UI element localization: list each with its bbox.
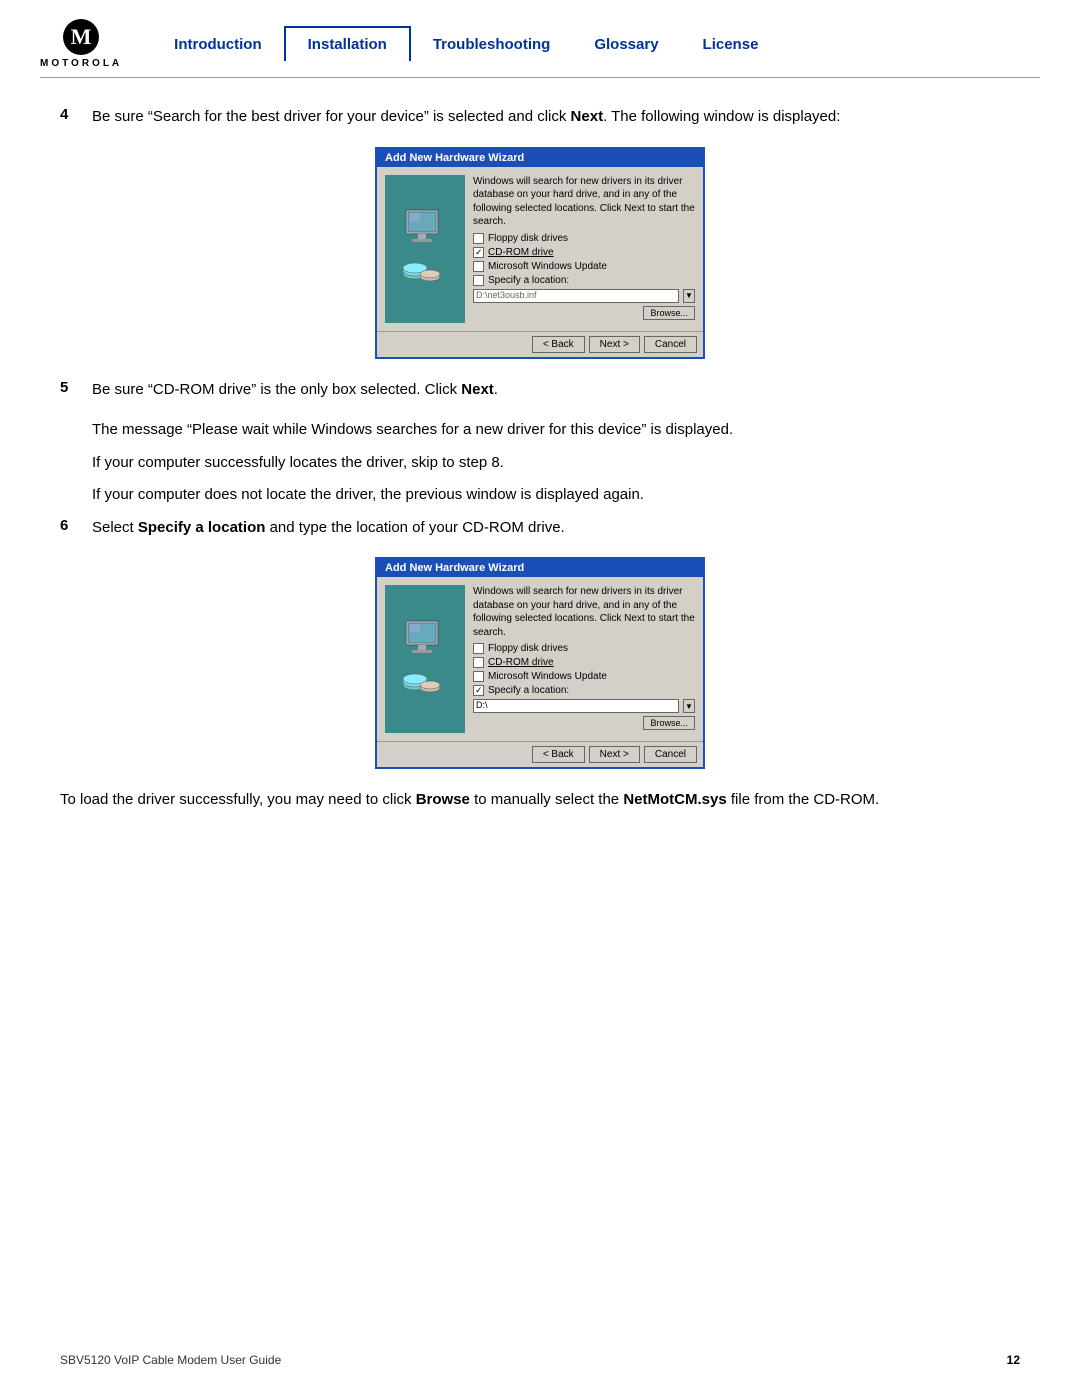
dialog-2-next-button[interactable]: Next > bbox=[589, 746, 640, 763]
step-5-number: 5 bbox=[60, 379, 78, 396]
pc-icon-2 bbox=[398, 619, 453, 664]
checkbox2-winupdate-label: Microsoft Windows Update bbox=[488, 671, 607, 682]
dialog-1-description: Windows will search for new drivers in i… bbox=[473, 175, 695, 229]
sub-para-3: If your computer does not locate the dri… bbox=[92, 484, 1020, 507]
dialog-1-input-row: D:\net3ousb.inf ▼ bbox=[473, 289, 695, 303]
page-number: 12 bbox=[1007, 1353, 1020, 1367]
checkbox-winupdate-label: Microsoft Windows Update bbox=[488, 261, 607, 272]
cd-icons bbox=[400, 259, 450, 289]
checkbox-cdrom-label: CD-ROM drive bbox=[488, 247, 554, 258]
dialog-2-body: Windows will search for new drivers in i… bbox=[377, 577, 703, 741]
dialog-2-browse-row: Browse... bbox=[473, 716, 695, 733]
checkbox2-floppy-label: Floppy disk drives bbox=[488, 643, 568, 654]
dialog-1-checkbox-1: CD-ROM drive bbox=[473, 247, 695, 258]
dialog-1-footer: < Back Next > Cancel bbox=[377, 331, 703, 357]
checkbox2-cdrom-icon bbox=[473, 657, 484, 668]
brand-name: MOTOROLA bbox=[40, 58, 122, 69]
dialog-1-back-button[interactable]: < Back bbox=[532, 336, 585, 353]
dialog-2-footer: < Back Next > Cancel bbox=[377, 741, 703, 767]
logo-area: M MOTOROLA bbox=[40, 18, 122, 69]
tab-troubleshooting[interactable]: Troubleshooting bbox=[411, 28, 573, 61]
dialog-1-browse-button[interactable]: Browse... bbox=[643, 306, 695, 320]
checkbox2-cdrom-label: CD-ROM drive bbox=[488, 657, 554, 668]
tab-installation[interactable]: Installation bbox=[284, 26, 411, 61]
dialog-2-cancel-button[interactable]: Cancel bbox=[644, 746, 697, 763]
main-content: 4 Be sure “Search for the best driver fo… bbox=[0, 78, 1080, 852]
sub-para-2: If your computer successfully locates th… bbox=[92, 452, 1020, 475]
dialog-1-browse-row: Browse... bbox=[473, 306, 695, 323]
checkbox-floppy-label: Floppy disk drives bbox=[488, 233, 568, 244]
page-footer: SBV5120 VoIP Cable Modem User Guide 12 bbox=[60, 1353, 1020, 1367]
svg-text:M: M bbox=[71, 24, 92, 49]
dialog-1-checkbox-3: Specify a location: bbox=[473, 275, 695, 286]
dialog-2-checkbox-3: Specify a location: bbox=[473, 685, 695, 696]
navigation-tabs: Introduction Installation Troubleshootin… bbox=[152, 26, 1040, 61]
checkbox2-floppy-icon bbox=[473, 643, 484, 654]
motorola-logo: M MOTOROLA bbox=[40, 18, 122, 69]
dialog-1-checkbox-0: Floppy disk drives bbox=[473, 233, 695, 244]
dialog-1-dropdown-icon: ▼ bbox=[683, 289, 695, 303]
step-4-text: Be sure “Search for the best driver for … bbox=[92, 106, 840, 129]
motorola-m-icon: M bbox=[62, 18, 100, 56]
step-6-number: 6 bbox=[60, 517, 78, 534]
dialog-2-content: Windows will search for new drivers in i… bbox=[473, 585, 695, 733]
dialog-2-checkbox-0: Floppy disk drives bbox=[473, 643, 695, 654]
dialog-1-checkbox-2: Microsoft Windows Update bbox=[473, 261, 695, 272]
dialog-2-image bbox=[385, 585, 465, 733]
tab-license[interactable]: License bbox=[681, 28, 781, 61]
checkbox-specify-icon bbox=[473, 275, 484, 286]
dialog-1-title-bar: Add New Hardware Wizard bbox=[377, 149, 703, 167]
checkbox-winupdate-icon bbox=[473, 261, 484, 272]
dialog-screenshot-1: Add New Hardware Wizard bbox=[60, 147, 1020, 359]
tab-introduction[interactable]: Introduction bbox=[152, 28, 283, 61]
dialog-1-cancel-button[interactable]: Cancel bbox=[644, 336, 697, 353]
dialog-screenshot-2: Add New Hardware Wizard bbox=[60, 557, 1020, 769]
dialog-1-path-input: D:\net3ousb.inf bbox=[473, 289, 679, 303]
pc-icon bbox=[398, 208, 453, 253]
checkbox-specify-label: Specify a location: bbox=[488, 275, 569, 286]
dialog-2-description: Windows will search for new drivers in i… bbox=[473, 585, 695, 639]
dialog-1-next-button[interactable]: Next > bbox=[589, 336, 640, 353]
dialog-2-back-button[interactable]: < Back bbox=[532, 746, 585, 763]
dialog-2-browse-button[interactable]: Browse... bbox=[643, 716, 695, 730]
checkbox2-specify-icon bbox=[473, 685, 484, 696]
dialog-2-checkbox-1: CD-ROM drive bbox=[473, 657, 695, 668]
last-paragraph: To load the driver successfully, you may… bbox=[60, 789, 1020, 812]
dialog-box-2: Add New Hardware Wizard bbox=[375, 557, 705, 769]
page-header: M MOTOROLA Introduction Installation Tro… bbox=[0, 0, 1080, 69]
step-6: 6 Select Specify a location and type the… bbox=[60, 517, 1020, 540]
dialog-2-input-row: D:\ ▼ bbox=[473, 699, 695, 713]
step-4: 4 Be sure “Search for the best driver fo… bbox=[60, 106, 1020, 129]
dialog-box-1: Add New Hardware Wizard bbox=[375, 147, 705, 359]
dialog-2-title-bar: Add New Hardware Wizard bbox=[377, 559, 703, 577]
dialog-2-path-input: D:\ bbox=[473, 699, 679, 713]
dialog-1-content: Windows will search for new drivers in i… bbox=[473, 175, 695, 323]
step-5: 5 Be sure “CD-ROM drive” is the only box… bbox=[60, 379, 1020, 402]
dialog-1-body: Windows will search for new drivers in i… bbox=[377, 167, 703, 331]
checkbox2-specify-label: Specify a location: bbox=[488, 685, 569, 696]
step-5-text: Be sure “CD-ROM drive” is the only box s… bbox=[92, 379, 498, 402]
checkbox-cdrom-icon bbox=[473, 247, 484, 258]
checkbox2-winupdate-icon bbox=[473, 671, 484, 682]
doc-title: SBV5120 VoIP Cable Modem User Guide bbox=[60, 1353, 281, 1367]
tab-glossary[interactable]: Glossary bbox=[572, 28, 680, 61]
checkbox-floppy-icon bbox=[473, 233, 484, 244]
dialog-2-dropdown-icon: ▼ bbox=[683, 699, 695, 713]
step-4-number: 4 bbox=[60, 106, 78, 123]
sub-para-1: The message “Please wait while Windows s… bbox=[92, 419, 1020, 442]
step-6-text: Select Specify a location and type the l… bbox=[92, 517, 565, 540]
dialog-1-image bbox=[385, 175, 465, 323]
dialog-2-checkbox-2: Microsoft Windows Update bbox=[473, 671, 695, 682]
cd-icons-2 bbox=[400, 670, 450, 700]
